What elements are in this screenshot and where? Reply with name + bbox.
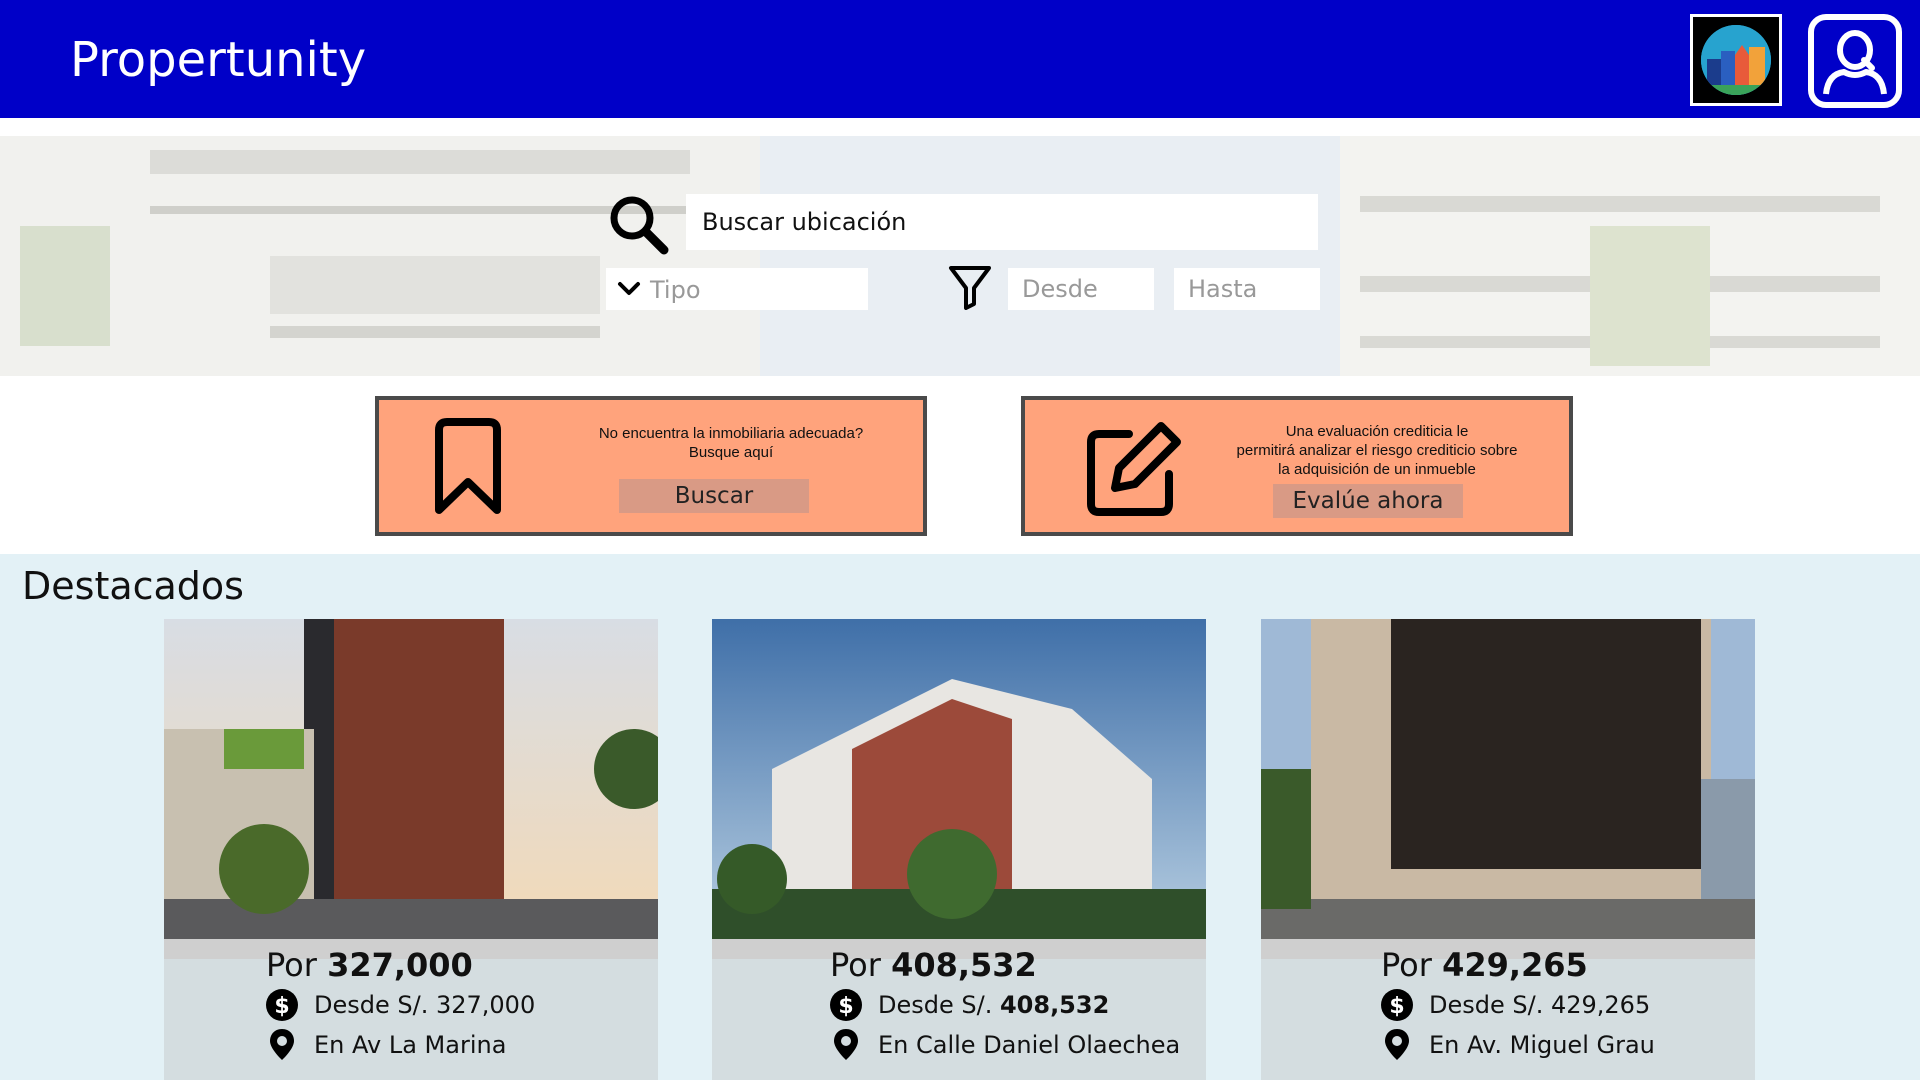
dollar-icon: $ bbox=[1381, 989, 1413, 1021]
card-location: En Calle Daniel Olaechea bbox=[878, 1031, 1181, 1059]
card-price: Por 408,532 bbox=[830, 946, 1037, 984]
property-image[interactable] bbox=[164, 619, 658, 939]
promo-1-line2: Busque aquí bbox=[688, 444, 774, 461]
user-profile-icon[interactable] bbox=[1808, 14, 1902, 108]
dollar-icon: $ bbox=[266, 989, 298, 1021]
property-image[interactable] bbox=[712, 619, 1206, 939]
brand-title[interactable]: Propertunity bbox=[70, 32, 366, 88]
property-card[interactable]: Por 408,532 $ Desde S/. 408,532 En Calle… bbox=[712, 619, 1206, 1080]
hero-banner bbox=[0, 136, 1920, 376]
price-to-input[interactable]: Hasta bbox=[1174, 268, 1320, 310]
evaluate-now-button[interactable]: Evalúe ahora bbox=[1273, 484, 1463, 518]
card-price: Por 327,000 bbox=[266, 946, 473, 984]
edit-icon bbox=[1087, 422, 1181, 516]
svg-text:$: $ bbox=[1389, 994, 1404, 1019]
type-dropdown[interactable]: Tipo bbox=[606, 268, 868, 310]
promo-card-find-agency: No encuentra la inmobiliaria adecuada? B… bbox=[375, 396, 927, 536]
location-pin-icon bbox=[834, 1029, 858, 1060]
chevron-down-icon bbox=[618, 282, 640, 295]
price-from-input[interactable]: Desde bbox=[1008, 268, 1154, 310]
promo-card-credit: Una evaluación crediticia le permitirá a… bbox=[1021, 396, 1573, 536]
card-from-price: Desde S/. 327,000 bbox=[314, 991, 536, 1019]
promo-2-line1: Una evaluación crediticia le bbox=[1285, 423, 1469, 440]
search-icon[interactable] bbox=[606, 192, 670, 256]
card-from-price: Desde S/. 408,532 bbox=[878, 991, 1110, 1019]
property-card[interactable]: Por 429,265 $ Desde S/. 429,265 En Av. M… bbox=[1261, 619, 1755, 1080]
promo-2-line3: la adquisición de un inmueble bbox=[1278, 461, 1476, 478]
location-search-input[interactable] bbox=[686, 194, 1318, 250]
featured-title: Destacados bbox=[22, 564, 244, 608]
card-location: En Av La Marina bbox=[314, 1031, 507, 1059]
top-header: Propertunity bbox=[0, 0, 1920, 118]
location-pin-icon bbox=[1385, 1029, 1409, 1060]
search-agency-button[interactable]: Buscar bbox=[619, 479, 809, 513]
svg-text:$: $ bbox=[838, 994, 853, 1019]
card-from-price: Desde S/. 429,265 bbox=[1429, 991, 1651, 1019]
svg-text:$: $ bbox=[274, 994, 289, 1019]
city-logo-icon[interactable] bbox=[1690, 14, 1782, 106]
property-image[interactable] bbox=[1261, 619, 1755, 939]
card-location: En Av. Miguel Grau bbox=[1429, 1031, 1655, 1059]
promo-1-line1: No encuentra la inmobiliaria adecuada? bbox=[598, 425, 864, 442]
location-pin-icon bbox=[270, 1029, 294, 1060]
property-card[interactable]: Por 327,000 $ Desde S/. 327,000 En Av La… bbox=[164, 619, 658, 1080]
filter-icon[interactable] bbox=[948, 264, 992, 310]
type-dropdown-label: Tipo bbox=[650, 276, 701, 304]
bookmark-icon bbox=[435, 418, 501, 514]
dollar-icon: $ bbox=[830, 989, 862, 1021]
promo-2-line2: permitirá analizar el riesgo crediticio … bbox=[1236, 442, 1518, 459]
card-price: Por 429,265 bbox=[1381, 946, 1588, 984]
